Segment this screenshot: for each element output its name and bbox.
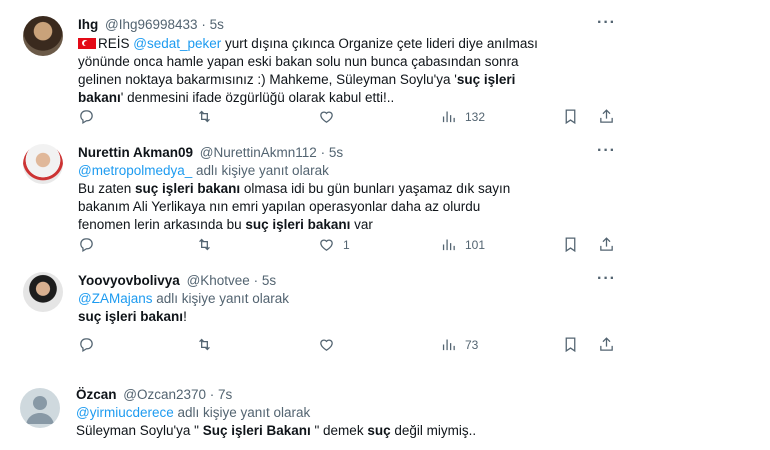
timestamp[interactable]: 5s (329, 145, 343, 160)
bookmark-button[interactable] (562, 108, 579, 125)
views-icon (442, 339, 455, 351)
display-name[interactable]: Nurettin Akman09 (78, 145, 193, 160)
mention-link[interactable]: @yirmiucderece (76, 405, 174, 420)
more-options-icon[interactable]: ··· (597, 270, 616, 288)
share-icon (600, 237, 613, 251)
display-name[interactable]: Ihg (78, 17, 98, 32)
reply-context: @metropolmedya_ adlı kişiye yanıt olarak (78, 163, 329, 178)
reply-context: @ZAMajans adlı kişiye yanıt olarak (78, 291, 290, 306)
separator-dot: · (197, 17, 210, 32)
reply-button[interactable] (78, 236, 95, 253)
share-button[interactable] (598, 236, 615, 253)
tweet[interactable]: Özcan @Ozcan2370 · 7s @yirmiucderece adl… (0, 382, 624, 450)
views-count: 101 (465, 237, 486, 252)
views-button[interactable]: 73 (440, 336, 478, 353)
views-button[interactable]: 132 (440, 108, 485, 125)
tweet-text: Süleyman Soylu'ya " Suç işleri Bakanı " … (76, 423, 477, 438)
retweet-button[interactable] (196, 336, 213, 353)
retweet-icon (199, 110, 210, 123)
mention-link[interactable]: @sedat_peker (133, 36, 221, 51)
tweet-text: REİS @sedat_peker yurt dışına çıkınca Or… (78, 36, 538, 105)
timestamp[interactable]: 5s (262, 273, 276, 288)
username[interactable]: @NurettinAkmn112 (200, 145, 317, 160)
tweet-actions: 1 101 (78, 236, 616, 256)
like-button[interactable]: 1 (318, 236, 350, 253)
timestamp[interactable]: 5s (210, 17, 224, 32)
separator-dot: · (249, 273, 262, 288)
share-button[interactable] (598, 108, 615, 125)
views-icon (442, 111, 455, 123)
tweet[interactable]: Nurettin Akman09 @NurettinAkmn112 · 5s ·… (6, 134, 630, 263)
retweet-button[interactable] (196, 236, 213, 253)
like-button[interactable] (318, 336, 335, 353)
default-avatar-icon (26, 396, 54, 424)
reply-icon (80, 110, 93, 125)
like-icon (320, 239, 333, 251)
bookmark-icon (565, 109, 576, 125)
avatar[interactable] (23, 272, 63, 312)
share-icon (600, 337, 613, 351)
bookmark-icon (565, 337, 576, 353)
reply-button[interactable] (78, 336, 95, 353)
reply-button[interactable] (78, 108, 95, 125)
reply-context: @yirmiucderece adlı kişiye yanıt olarak (76, 405, 311, 420)
avatar[interactable] (20, 388, 60, 428)
mention-link[interactable]: @ZAMajans (78, 291, 152, 306)
separator-dot: · (316, 145, 329, 160)
bookmark-icon (565, 237, 576, 253)
flag-icon (78, 38, 96, 49)
timestamp[interactable]: 7s (218, 387, 232, 402)
like-count: 1 (343, 237, 350, 252)
like-icon (320, 111, 333, 123)
mention-link[interactable]: @metropolmedya_ (78, 163, 192, 178)
tweet-text: suç işleri bakanı! (78, 309, 187, 324)
more-options-icon[interactable]: ··· (597, 142, 616, 160)
share-icon (600, 109, 613, 123)
retweet-icon (199, 238, 210, 251)
like-icon (320, 339, 333, 351)
views-button[interactable]: 101 (440, 236, 485, 253)
reply-icon (80, 338, 93, 353)
tweet-text: Bu zaten suç işleri bakanı olmasa idi bu… (78, 181, 511, 232)
share-button[interactable] (598, 336, 615, 353)
display-name[interactable]: Yoovyovbolivya (78, 273, 180, 288)
bookmark-button[interactable] (562, 236, 579, 253)
separator-dot: · (206, 387, 219, 402)
retweet-button[interactable] (196, 108, 213, 125)
avatar[interactable] (23, 16, 63, 56)
views-count: 73 (465, 337, 479, 352)
like-button[interactable] (318, 108, 335, 125)
username[interactable]: @Ozcan2370 (123, 387, 206, 402)
username[interactable]: @Khotvee (187, 273, 250, 288)
display-name[interactable]: Özcan (76, 387, 117, 402)
avatar[interactable] (23, 144, 63, 184)
tweet[interactable]: Yoovyovbolivya @Khotvee · 5s ··· @ZAMaja… (6, 262, 630, 356)
more-options-icon[interactable]: ··· (597, 14, 616, 32)
views-icon (442, 239, 455, 251)
tweet-actions: 73 (78, 336, 616, 356)
bookmark-button[interactable] (562, 336, 579, 353)
tweet-actions: 132 (78, 108, 616, 128)
reply-icon (80, 238, 93, 253)
tweet[interactable]: Ihg @Ihg96998433 · 5s ··· REİS @sedat_pe… (6, 6, 630, 135)
username[interactable]: @Ihg96998433 (105, 17, 198, 32)
retweet-icon (199, 338, 210, 351)
views-count: 132 (465, 109, 486, 124)
